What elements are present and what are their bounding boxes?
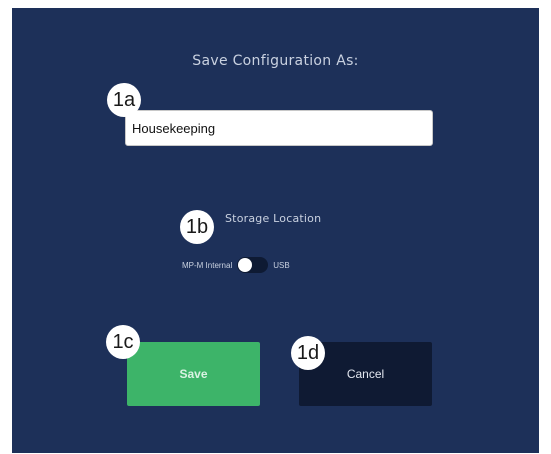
dialog-title: Save Configuration As: — [192, 53, 359, 69]
callout-1a: 1a — [107, 83, 141, 117]
toggle-option-usb: USB — [273, 260, 290, 270]
toggle-option-internal: MP-M Internal — [182, 260, 233, 270]
callout-1d: 1d — [291, 336, 325, 370]
save-configuration-dialog: Save Configuration As: Storage Location … — [12, 8, 539, 453]
save-button[interactable]: Save — [127, 342, 260, 406]
storage-location-toggle[interactable] — [237, 257, 269, 273]
configuration-name-input[interactable] — [125, 110, 433, 146]
toggle-knob — [238, 258, 253, 272]
callout-1b: 1b — [180, 210, 214, 244]
storage-location-label: Storage Location — [225, 212, 322, 225]
callout-1c: 1c — [106, 325, 140, 359]
storage-location-toggle-row: MP-M Internal USB — [182, 256, 290, 274]
